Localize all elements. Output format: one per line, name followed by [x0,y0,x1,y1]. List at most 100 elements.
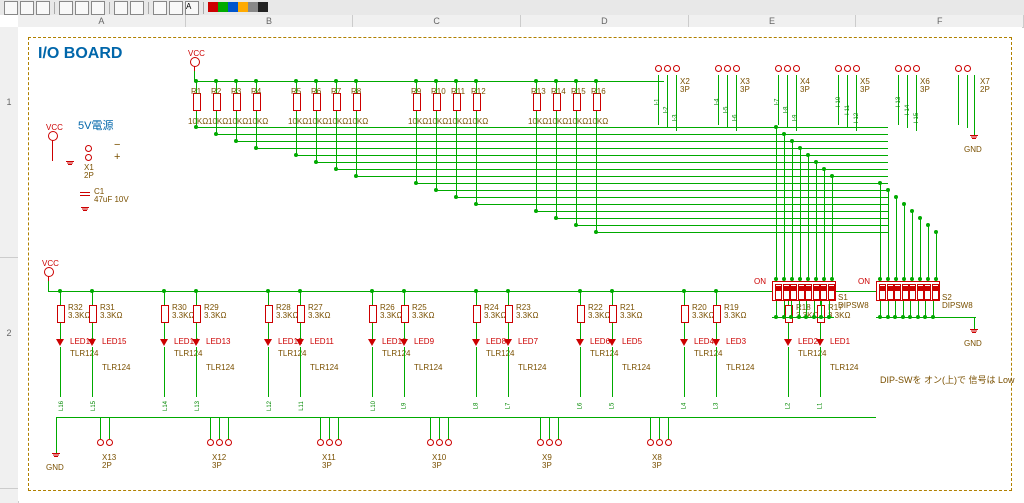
led-icon [576,339,584,346]
gnd-c1 [79,207,91,215]
tool-redo-icon[interactable] [130,1,144,15]
color-swatch[interactable] [258,2,268,12]
net-label: I-8 [784,106,790,113]
plus-label: + [114,151,120,163]
net-label: L11 [299,401,305,411]
res-val: 10KΩ [588,117,608,126]
led-name: LED9 [414,337,434,346]
tool-paste-icon[interactable] [91,1,105,15]
res-val: 10KΩ [548,117,568,126]
conn-p: 3P [920,85,930,94]
top-vcc-symbol [190,57,200,67]
res-name: R9 [411,87,421,96]
res-val: 3.3KΩ [484,311,506,320]
led-icon [472,339,480,346]
led-icon [784,339,792,346]
net-label: L8 [473,403,479,410]
dipsw[interactable] [876,281,940,301]
led-type: TLR124 [382,349,410,358]
color-swatch[interactable] [218,2,228,12]
board-title: I/O BOARD [38,45,122,63]
connector [954,65,972,74]
tool-open-icon[interactable] [20,1,34,15]
net-label: I-9 [793,114,799,121]
led-name: LED5 [622,337,642,346]
tool-new-icon[interactable] [4,1,18,15]
tool-undo-icon[interactable] [114,1,128,15]
res-val: 3.3KΩ [308,311,330,320]
res-name: R1 [191,87,201,96]
net-label: L5 [609,403,615,410]
connector [654,65,681,74]
app-window: A ABCDEF 123 I/O BOARD 5V電源 VCC − + X1 2… [0,0,1024,503]
dipsw[interactable] [772,281,836,301]
res-val: 3.3KΩ [172,311,194,320]
gnd-bot [50,453,62,461]
net-label: I-13 [896,97,902,107]
dipsw-type: DIPSW8 [942,301,973,310]
gnd-bot-label: GND [46,463,64,472]
toolbar: A [0,0,1024,16]
gnd-top-label: GND [964,145,982,154]
res-val: 3.3KΩ [100,311,122,320]
net-label: I-11 [845,105,851,115]
resistor [681,305,689,323]
color-swatch[interactable] [208,2,218,12]
conn-p: 3P [432,461,442,470]
led-type: TLR124 [798,349,826,358]
res-val: 10KΩ [468,117,488,126]
vcc-symbol [48,131,58,141]
res-val: 10KΩ [308,117,328,126]
resistor [609,305,617,323]
tool-wire-icon[interactable] [169,1,183,15]
res-val: 10KΩ [328,117,348,126]
dipsw-on: ON [858,277,870,286]
tool-cut-icon[interactable] [59,1,73,15]
net-label: L6 [577,403,583,410]
tool-text-icon[interactable]: A [185,1,199,15]
ruler-row: 2 [0,258,18,489]
led-type: TLR124 [486,349,514,358]
net-label: I-5 [724,106,730,113]
net-label: I-14 [905,105,911,115]
res-val: 3.3KΩ [516,311,538,320]
led-icon [56,339,64,346]
color-swatch[interactable] [248,2,258,12]
minus-label: − [114,139,120,151]
ruler-left: 123 [0,27,19,503]
tool-line-icon[interactable] [153,1,167,15]
connector [894,65,921,74]
color-swatch[interactable] [238,2,248,12]
res-val: 10KΩ [428,117,448,126]
res-name: R11 [451,87,465,96]
ruler-col: B [186,15,354,27]
res-val: 10KΩ [248,117,268,126]
resistor [401,305,409,323]
res-val: 3.3KΩ [204,311,226,320]
led-name: LED7 [518,337,538,346]
tool-copy-icon[interactable] [75,1,89,15]
res-name: R7 [331,87,341,96]
net-label: L10 [371,401,377,411]
connector [206,439,233,448]
schematic-canvas[interactable]: ABCDEF 123 I/O BOARD 5V電源 VCC − + X1 2P … [0,15,1024,503]
res-val: 3.3KΩ [620,311,642,320]
res-name: R2 [211,87,221,96]
res-val: 10KΩ [348,117,368,126]
led-icon [816,339,824,346]
resistor [57,305,65,323]
led-name: LED15 [102,337,126,346]
res-name: R3 [231,87,241,96]
ruler-col: A [18,15,186,27]
tool-save-icon[interactable] [36,1,50,15]
resistor [577,305,585,323]
res-name: R8 [351,87,361,96]
net-label: L7 [505,403,511,410]
led-type: TLR124 [206,363,234,372]
gnd-dip [968,329,980,337]
led-name: LED1 [830,337,850,346]
color-swatch[interactable] [228,2,238,12]
res-val: 10KΩ [208,117,228,126]
gnd-symbol [64,161,76,169]
connector [714,65,741,74]
